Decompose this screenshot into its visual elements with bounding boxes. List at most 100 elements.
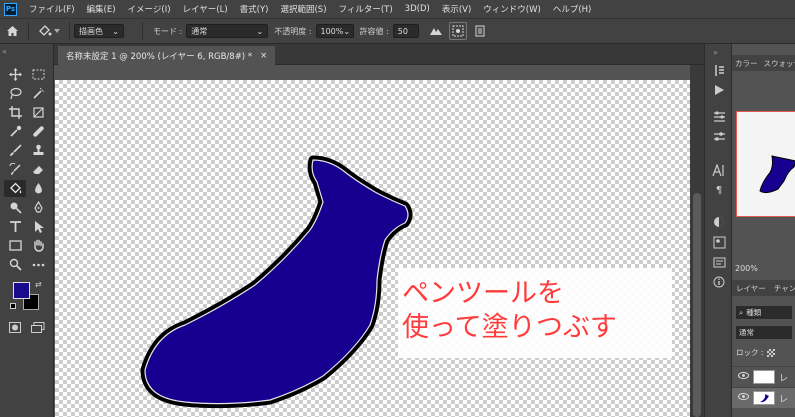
dodge-icon[interactable] [4,199,26,216]
rectangle-icon[interactable] [4,237,26,254]
menu-layer[interactable]: レイヤー(L) [177,3,234,15]
hand-icon[interactable] [27,237,49,254]
styles-icon[interactable] [711,214,727,230]
tools-panel: « ⇄ [0,44,54,417]
tolerance-value: 50 [397,26,408,36]
quick-mask-icon[interactable] [9,322,21,336]
mode-label: モード : [153,26,183,36]
paint-bucket-preset-icon[interactable] [33,24,65,38]
type-icon[interactable] [4,218,26,235]
brush-icon[interactable] [4,142,26,159]
lock-label: ロック : [736,348,764,357]
chevron-down-icon: ⌄ [343,26,351,36]
pen-icon[interactable] [27,199,49,216]
screen-mode-icon[interactable] [31,322,45,336]
character-icon[interactable] [711,162,727,178]
document-tab[interactable]: 名称未設定 1 @ 200% (レイヤー 6, RGB/8#) * × [58,46,276,65]
tab-color[interactable]: カラー [732,58,761,69]
properties-icon[interactable] [711,128,727,144]
healing-icon[interactable] [27,123,49,140]
menu-bar: Ps ファイル(F) 編集(E) イメージ(I) レイヤー(L) 書式(Y) 選… [0,0,795,18]
crop-icon[interactable] [4,104,26,121]
eye-icon[interactable] [738,372,749,382]
tab-channels[interactable]: チャン [770,283,795,294]
history-brush-icon[interactable] [4,161,26,178]
menu-view[interactable]: 表示(V) [436,3,477,15]
menu-3d[interactable]: 3D(D) [399,4,436,14]
tab-swatches[interactable]: スウォッチ [761,58,795,69]
menu-select[interactable]: 選択範囲(S) [274,3,332,15]
caption-line-2: 使って塗りつぶす [402,312,617,343]
menu-image[interactable]: イメージ(I) [122,3,177,15]
layer-row-selected[interactable]: レ [732,387,795,408]
layer-thumbnail [753,391,775,405]
lock-transparent-icon[interactable] [767,348,776,357]
opacity-input[interactable]: 100% ⌄ [315,24,354,38]
home-icon[interactable] [0,19,24,43]
canvas[interactable] [55,80,690,417]
quick-select-icon[interactable] [27,85,49,102]
frame-icon[interactable] [27,104,49,121]
all-layers-icon[interactable] [471,22,489,40]
tolerance-input[interactable]: 50 [392,24,419,38]
navigator-zoom[interactable]: 200% [735,264,758,273]
eraser-icon[interactable] [27,161,49,178]
document-tab-bar: 名称未設定 1 @ 200% (レイヤー 6, RGB/8#) * × [54,44,704,65]
vertical-scrollbar[interactable] [690,65,704,417]
menu-type[interactable]: 書式(Y) [234,3,275,15]
menu-filter[interactable]: フィルター(T) [333,3,399,15]
blend-mode-dropdown[interactable]: 通常 [736,326,792,339]
scrollbar-thumb[interactable] [693,193,701,417]
default-colors-icon[interactable] [10,303,16,309]
caption-box: ペンツールを 使って塗りつぶす [398,268,672,358]
lasso-icon[interactable] [4,85,26,102]
layer-thumbnail [753,370,775,384]
stamp-icon[interactable] [27,142,49,159]
navigator-preview[interactable] [736,111,795,217]
layer-kind-filter[interactable]: ⌕ 種類 [736,306,792,319]
path-select-icon[interactable] [27,218,49,235]
info-icon[interactable] [711,274,727,290]
fill-source-dropdown[interactable]: 描画色 ⌄ [74,24,124,38]
swap-colors-icon[interactable]: ⇄ [35,280,42,289]
mode-dropdown[interactable]: 通常 ⌄ [186,24,269,38]
bucket-icon[interactable] [4,180,26,197]
chevron-down-icon: ⌄ [256,26,264,36]
right-panel: カラー スウォッチ 200% レイヤー チャン ⌕ 種類 通常 ロック : レ [732,44,795,417]
contiguous-icon[interactable] [448,22,467,40]
mode-value: 通常 [191,26,208,36]
libraries-icon[interactable] [711,234,727,250]
eye-icon[interactable] [738,393,749,403]
fill-source-value: 描画色 [79,26,103,36]
eyedropper-icon[interactable] [4,123,26,140]
move-icon[interactable] [4,66,26,83]
menu-help[interactable]: ヘルプ(H) [547,3,598,15]
anti-alias-icon[interactable] [427,22,445,40]
layer-row[interactable]: レ [732,366,795,387]
foreground-color-swatch[interactable] [13,282,30,299]
glyphs-icon[interactable] [711,254,727,270]
tolerance-label: 許容値 : [359,26,389,36]
options-bar: 描画色 ⌄ モード : 通常 ⌄ 不透明度 : 100% ⌄ 許容値 : 50 [0,18,795,44]
separator [69,22,70,40]
history-panel-icon[interactable] [711,62,727,78]
panel-icon-strip: » ¶ [704,44,732,417]
color-swatches: ⇄ [10,280,42,310]
document-title: 名称未設定 1 @ 200% (レイヤー 6, RGB/8#) * [66,51,253,62]
expand-icon[interactable]: » [713,48,718,57]
paragraph-icon[interactable]: ¶ [711,182,727,198]
blur-icon[interactable] [27,180,49,197]
menu-edit[interactable]: 編集(E) [81,3,122,15]
adjustments-icon[interactable] [711,108,727,124]
menu-file[interactable]: ファイル(F) [23,3,81,15]
separator [142,22,143,40]
more-icon[interactable] [27,256,49,273]
marquee-icon[interactable] [27,66,49,83]
collapse-icon[interactable]: « [2,47,7,56]
menu-window[interactable]: ウィンドウ(W) [477,3,547,15]
tab-layers[interactable]: レイヤー [732,283,770,294]
close-icon[interactable]: × [260,51,267,61]
zoom-icon[interactable] [4,256,26,273]
canvas-area[interactable]: ペンツールを 使って塗りつぶす [54,65,704,417]
actions-play-icon[interactable] [711,82,727,98]
